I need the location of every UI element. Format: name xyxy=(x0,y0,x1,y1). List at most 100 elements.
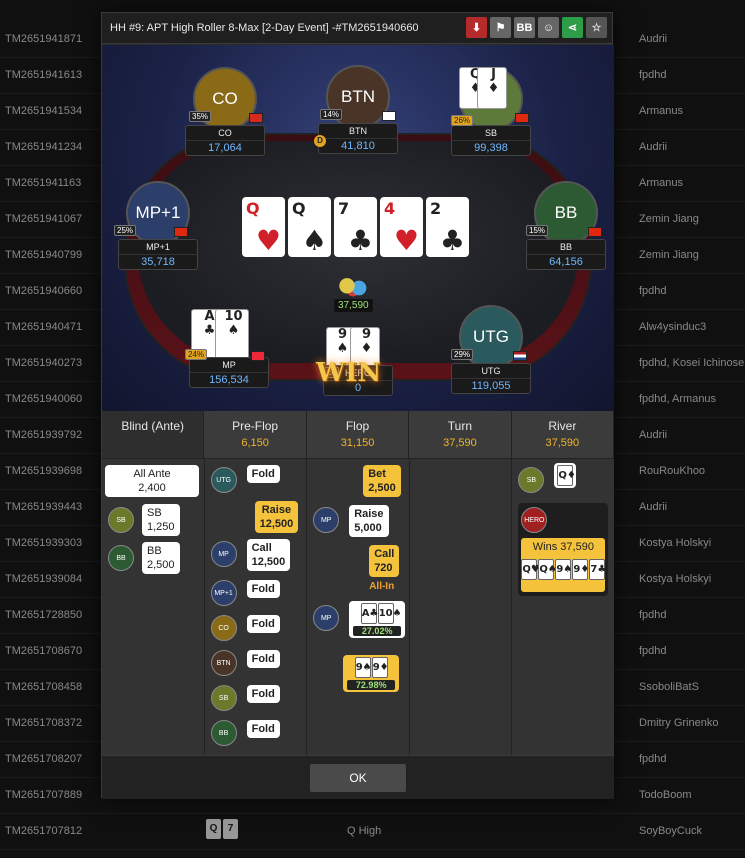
poker-table: ‹ › CO CO17,064 35% BTN BTN41,810 14% D … xyxy=(102,45,614,411)
position-chip: MP xyxy=(210,541,237,567)
position-chip: MP xyxy=(313,605,340,631)
action-bubble: Raise 5,000 xyxy=(349,505,389,537)
hole-card: J ♦ xyxy=(477,67,507,109)
modal-footer: OK xyxy=(102,755,614,799)
seat-stack: 64,156 xyxy=(527,254,605,269)
vpip-badge: 25% xyxy=(114,225,137,236)
star-icon[interactable]: ☆ xyxy=(586,17,607,38)
modal-title: HH #9: APT High Roller 8-Max [2-Day Even… xyxy=(110,22,419,34)
hand-replay-modal: HH #9: APT High Roller 8-Max [2-Day Even… xyxy=(101,12,615,799)
vpip-badge: 35% xyxy=(189,111,212,122)
equity-box-mp: A♣ 10♠ 27.02% xyxy=(349,601,406,638)
vpip-badge: 26% xyxy=(451,115,474,126)
sb-hole-cards: Q ♦ J ♦ xyxy=(459,67,507,109)
action-bubble: Bet 2,500 xyxy=(363,465,401,497)
flag-icon xyxy=(174,227,188,237)
seat-btn: BTN BTN 41,810 14% D xyxy=(314,65,400,154)
winning-card: 9♠ xyxy=(555,559,572,580)
seat-name: MP xyxy=(222,360,236,370)
street-header-flop[interactable]: Flop 31,150 xyxy=(306,411,410,458)
flag-icon xyxy=(251,351,265,361)
pot-amount: 37,590 xyxy=(334,299,373,312)
position-chip: CO xyxy=(210,615,237,641)
flag-icon xyxy=(382,111,396,121)
seat-bb: BB BB 64,156 15% xyxy=(524,181,608,270)
seat-mp: A ♣ 10 ♠ MP 156,534 24% xyxy=(185,309,271,388)
vpip-badge: 14% xyxy=(320,109,343,120)
preflop-column: UTG Fold Raise 12,500 MP Call 12,500 MP+1 … xyxy=(205,459,308,755)
vpip-badge: 29% xyxy=(451,349,474,360)
seat-name: SB xyxy=(484,128,497,138)
board-card: Q ♥ xyxy=(242,197,285,257)
seat-sb: SB 99,398 Q ♦ J ♦ 26% xyxy=(449,67,533,156)
community-cards: Q ♥ Q ♠ 7 ♣ 4 ♥ 2 ♣ xyxy=(242,197,469,257)
seat-stack: 119,055 xyxy=(452,378,530,393)
flag-icon xyxy=(249,113,263,123)
equity-box-hero: 9♠ 9♦ 72.98% xyxy=(343,655,400,692)
hole-card: 10 ♠ xyxy=(215,309,249,359)
action-bubble: Fold xyxy=(246,580,280,598)
action-bubble: Fold xyxy=(246,650,280,668)
seat-name: MP+1 xyxy=(146,242,170,252)
board-card: 2 ♣ xyxy=(426,197,469,257)
flag-icon xyxy=(515,113,529,123)
street-header-turn[interactable]: Turn 37,590 xyxy=(409,411,512,458)
action-bubble: Raise 12,500 xyxy=(254,501,299,533)
bb-icon[interactable]: BB xyxy=(514,17,535,38)
dealer-button-icon: D xyxy=(314,135,326,147)
ok-button[interactable]: OK xyxy=(310,764,406,792)
seat-mp1: MP+1 MP+1 35,718 25% xyxy=(114,181,200,270)
position-chip: HERO xyxy=(521,507,548,533)
position-chip: SB xyxy=(108,507,134,533)
seat-stack: 35,718 xyxy=(119,254,197,269)
position-chip: UTG xyxy=(210,467,237,493)
street-header-blind: Blind (Ante) xyxy=(102,411,205,458)
flag-icon xyxy=(588,227,602,237)
action-bubble: Fold xyxy=(246,465,280,483)
pot: 37,590 xyxy=(334,277,373,312)
winning-card: Q♠ xyxy=(538,559,557,580)
flag-icon xyxy=(513,351,527,361)
position-chip: SB xyxy=(210,685,237,711)
action-bubble: Call 12,500 xyxy=(246,539,291,571)
seat-stack: 99,398 xyxy=(452,140,530,155)
street-header-preflop[interactable]: Pre-Flop 6,150 xyxy=(204,411,307,458)
chips-icon xyxy=(338,277,369,299)
seat-name: BB xyxy=(559,242,572,252)
flag-icon[interactable]: ⚑ xyxy=(490,17,511,38)
share-icon[interactable]: ⋖ xyxy=(562,17,583,38)
vpip-badge: 15% xyxy=(526,225,549,236)
seat-name: BTN xyxy=(349,126,367,136)
bb-blind-bubble: BB 2,500 xyxy=(142,542,180,574)
vpip-badge: 24% xyxy=(185,349,208,360)
position-chip: BB xyxy=(108,545,134,571)
flop-column: Bet 2,500 MP Raise 5,000 Call 720 All-In MP… xyxy=(307,459,410,755)
download-icon[interactable]: ⬇ xyxy=(466,17,487,38)
anonymous-icon[interactable]: ☺ xyxy=(538,17,559,38)
river-card-bubble: Q♦ xyxy=(554,463,577,488)
win-banner: WIN xyxy=(316,358,382,388)
winning-card: 9♦ xyxy=(572,559,589,580)
seat-name: CO xyxy=(218,128,232,138)
position-chip: SB xyxy=(518,467,545,493)
board-card: Q ♠ xyxy=(288,197,331,257)
seat-co: CO CO 17,064 35% xyxy=(183,67,267,156)
action-bubble: Fold xyxy=(246,685,280,703)
seat-stack: 156,534 xyxy=(190,372,268,387)
sb-blind-bubble: SB 1,250 xyxy=(142,504,180,536)
winning-card: Q♥ xyxy=(521,559,540,580)
board-card: 4 ♥ xyxy=(380,197,423,257)
modal-header: HH #9: APT High Roller 8-Max [2-Day Even… xyxy=(102,13,612,44)
position-chip: MP xyxy=(313,507,340,533)
action-bubble: Fold xyxy=(246,720,280,738)
street-header-river[interactable]: River 37,590 xyxy=(511,411,615,458)
ante-bubble: All Ante 2,400 xyxy=(105,465,199,497)
winning-card: 7♣ xyxy=(589,559,606,580)
turn-column xyxy=(410,459,513,755)
seat-name: UTG xyxy=(481,366,501,376)
blind-column: All Ante 2,400 SB SB 1,250 BB BB 2,500 xyxy=(102,459,205,755)
action-bubble: Call 720 xyxy=(369,545,400,577)
seat-utg: UTG UTG 119,055 29% xyxy=(449,305,533,394)
seat-stack: 41,810 xyxy=(319,138,397,153)
board-card: 7 ♣ xyxy=(334,197,377,257)
